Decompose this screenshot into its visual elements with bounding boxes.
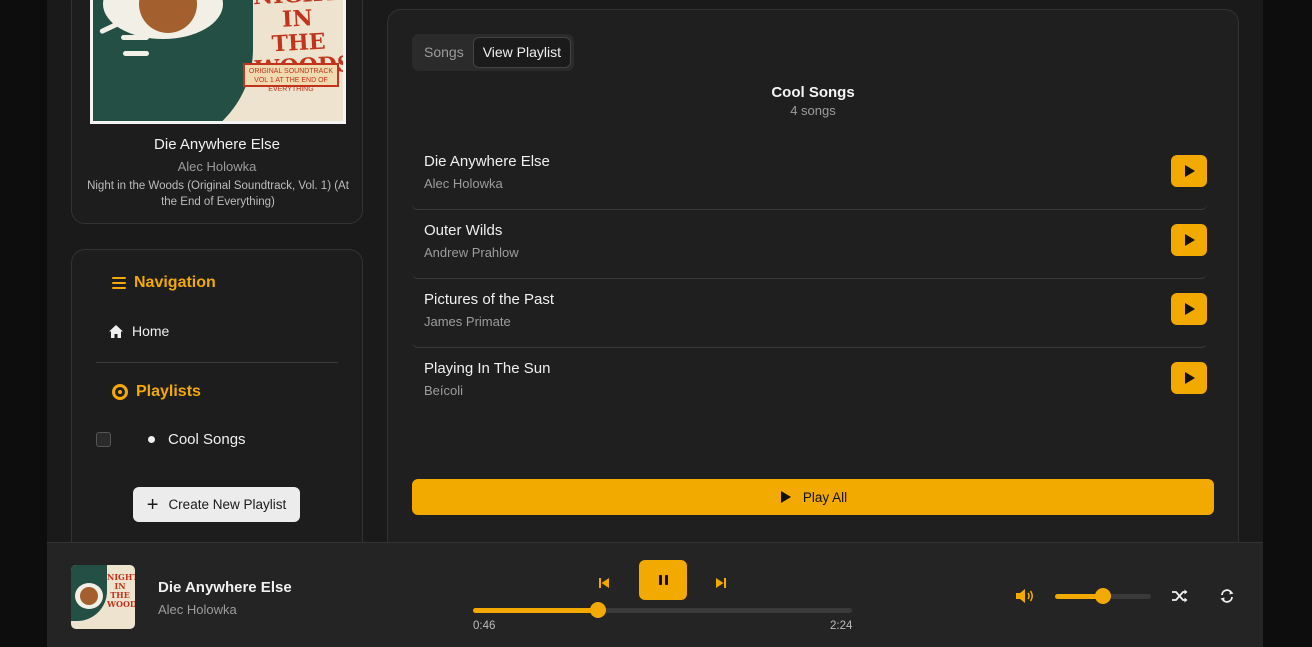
- song-row: Playing In The Sun Beícoli: [412, 348, 1207, 417]
- player-bar: NIGHT IN THE WOODS Die Anywhere Else Ale…: [47, 542, 1263, 647]
- progress-fill: [473, 608, 599, 613]
- app-window: NIGHT IN THE WOODS ORIGINAL SOUNDTRACK V…: [47, 0, 1263, 647]
- song-title: Outer Wilds: [424, 222, 503, 239]
- cover-subtitle-art: ORIGINAL SOUNDTRACK VOL 1 AT THE END OF …: [243, 63, 339, 93]
- playlists-heading-label: Playlists: [136, 383, 201, 400]
- total-time: 2:24: [830, 620, 853, 632]
- play-all-label: Play All: [802, 489, 848, 505]
- divider: [96, 362, 338, 363]
- home-icon: [109, 324, 123, 338]
- playlist-count: 4 songs: [790, 103, 836, 118]
- playlist-title: Cool Songs: [771, 84, 855, 101]
- song-title: Playing In The Sun: [424, 360, 551, 377]
- play-icon: [780, 491, 791, 503]
- volume-slider[interactable]: [1055, 588, 1151, 604]
- previous-icon: [599, 578, 609, 588]
- create-playlist-label: Create New Playlist: [168, 497, 287, 512]
- volume-handle[interactable]: [1095, 588, 1111, 604]
- album-cover-large: NIGHT IN THE WOODS ORIGINAL SOUNDTRACK V…: [90, 0, 346, 124]
- play-song-button[interactable]: [1171, 155, 1207, 187]
- song-title: Die Anywhere Else: [424, 153, 550, 170]
- bullet-icon: [148, 436, 155, 443]
- play-song-button[interactable]: [1171, 293, 1207, 325]
- home-link[interactable]: Home: [108, 323, 169, 339]
- next-icon: [716, 578, 726, 588]
- album-cover-small: NIGHT IN THE WOODS: [71, 565, 135, 629]
- play-all-button[interactable]: Play All: [412, 479, 1214, 515]
- song-artist: Andrew Prahlow: [424, 245, 519, 260]
- song-artist: Beícoli: [424, 383, 464, 398]
- now-playing-title: Die Anywhere Else: [154, 136, 280, 153]
- progress-handle[interactable]: [590, 602, 607, 618]
- pause-icon: [658, 575, 662, 585]
- tab-songs[interactable]: Songs: [415, 37, 473, 68]
- view-tabs: Songs View Playlist: [412, 34, 575, 71]
- hamburger-icon: [112, 277, 126, 289]
- playlist-checkbox[interactable]: [96, 432, 111, 447]
- playlist-panel: Songs View Playlist Cool Songs 4 songs D…: [387, 9, 1239, 569]
- song-artist: Alec Holowka: [424, 176, 503, 191]
- shuffle-icon[interactable]: [1171, 588, 1189, 604]
- song-row: Outer Wilds Andrew Prahlow: [412, 210, 1207, 279]
- navigation-heading: Navigation: [112, 274, 216, 292]
- now-playing-card: NIGHT IN THE WOODS ORIGINAL SOUNDTRACK V…: [71, 0, 363, 224]
- play-song-button[interactable]: [1171, 224, 1207, 256]
- tab-view-playlist[interactable]: View Playlist: [472, 37, 572, 68]
- previous-button[interactable]: [592, 571, 616, 595]
- play-icon: [1185, 234, 1195, 246]
- current-time: 0:46: [473, 620, 496, 632]
- player-track-artist: Alec Holowka: [158, 602, 237, 617]
- play-icon: [1185, 372, 1195, 384]
- player-track-title: Die Anywhere Else: [158, 579, 292, 596]
- song-row: Pictures of the Past James Primate: [412, 279, 1207, 348]
- song-title: Pictures of the Past: [424, 291, 555, 308]
- song-list: Die Anywhere Else Alec Holowka Outer Wil…: [412, 141, 1207, 417]
- playlist-item-cool-songs[interactable]: Cool Songs: [96, 431, 246, 448]
- song-artist: James Primate: [424, 314, 511, 329]
- repeat-icon[interactable]: [1219, 588, 1235, 604]
- create-playlist-button[interactable]: + Create New Playlist: [133, 487, 300, 522]
- playlist-name[interactable]: Cool Songs: [168, 431, 246, 448]
- play-song-button[interactable]: [1171, 362, 1207, 394]
- plus-icon: +: [146, 493, 159, 516]
- disc-icon: [112, 384, 128, 400]
- now-playing-artist: Alec Holowka: [177, 159, 257, 174]
- progress-slider[interactable]: [473, 602, 852, 618]
- play-icon: [1185, 165, 1195, 177]
- navigation-heading-label: Navigation: [134, 274, 216, 291]
- pause-button[interactable]: [639, 560, 687, 600]
- home-label: Home: [132, 323, 170, 339]
- cover-small-title-art: NIGHT IN THE WOODS: [107, 572, 135, 609]
- now-playing-album: Night in the Woods (Original Soundtrack,…: [87, 180, 349, 208]
- navigation-card: Navigation Home Playlists Cool Songs + C…: [71, 249, 363, 559]
- playlists-heading: Playlists: [112, 383, 201, 401]
- play-icon: [1185, 303, 1195, 315]
- volume-icon[interactable]: [1015, 588, 1035, 604]
- next-button[interactable]: [709, 571, 733, 595]
- song-row: Die Anywhere Else Alec Holowka: [412, 141, 1207, 210]
